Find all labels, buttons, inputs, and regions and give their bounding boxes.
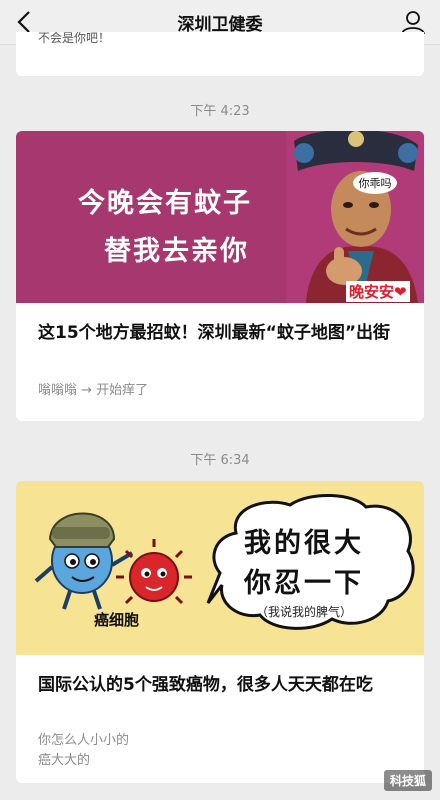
page-title: 深圳卫健委 bbox=[177, 14, 263, 35]
goodnight-sticker: 晚安安❤ bbox=[346, 281, 410, 302]
article-cover-image: 今晚会有蚊子 替我去亲你 你乖吗 晚安安❤ bbox=[16, 131, 424, 303]
cancer-cell-label: 癌细胞 bbox=[94, 611, 140, 629]
previous-article-card[interactable]: 不会是你吧！ bbox=[16, 32, 424, 76]
message-timestamp: 下午 6:34 bbox=[190, 453, 250, 468]
article-cover-image: 癌细胞 我的很大 你忍一下 （我说我的脾气） bbox=[16, 481, 424, 655]
article-headline: 这15个地方最招蚊！深圳最新“蚊子地图”出街 bbox=[38, 323, 391, 343]
article-card-carcinogens[interactable]: 癌细胞 我的很大 你忍一下 （我说我的脾气） 国际公认的5个强致癌物，很多人天天… bbox=[16, 481, 424, 783]
cover-text-line: 今晚会有蚊子 bbox=[78, 188, 252, 219]
bubble-text-line: 我的很大 bbox=[244, 528, 364, 559]
article-summary-line: 你怎么人小小的 bbox=[38, 733, 130, 748]
message-timestamp: 下午 4:23 bbox=[190, 104, 250, 119]
previous-article-summary: 不会是你吧！ bbox=[38, 32, 111, 45]
meme-speech-text: 你乖吗 bbox=[359, 177, 392, 190]
source-watermark: 科技狐 bbox=[383, 770, 432, 791]
cover-text-line: 替我去亲你 bbox=[104, 236, 249, 267]
bubble-text-line: 你忍一下 bbox=[244, 568, 364, 599]
article-headline: 国际公认的5个强致癌物，很多人天天都在吃 bbox=[38, 675, 373, 695]
bubble-note: （我说我的脾气） bbox=[256, 605, 353, 619]
article-summary: 嗡嗡嗡 → 开始痒了 bbox=[38, 383, 149, 398]
article-card-mosquito[interactable]: 今晚会有蚊子 替我去亲你 你乖吗 晚安安❤ 这15个地方最招蚊！深圳最新“蚊子地… bbox=[16, 131, 424, 421]
meme-figure-image: 你乖吗 bbox=[286, 131, 424, 303]
article-summary-line: 癌大大的 bbox=[38, 753, 91, 768]
